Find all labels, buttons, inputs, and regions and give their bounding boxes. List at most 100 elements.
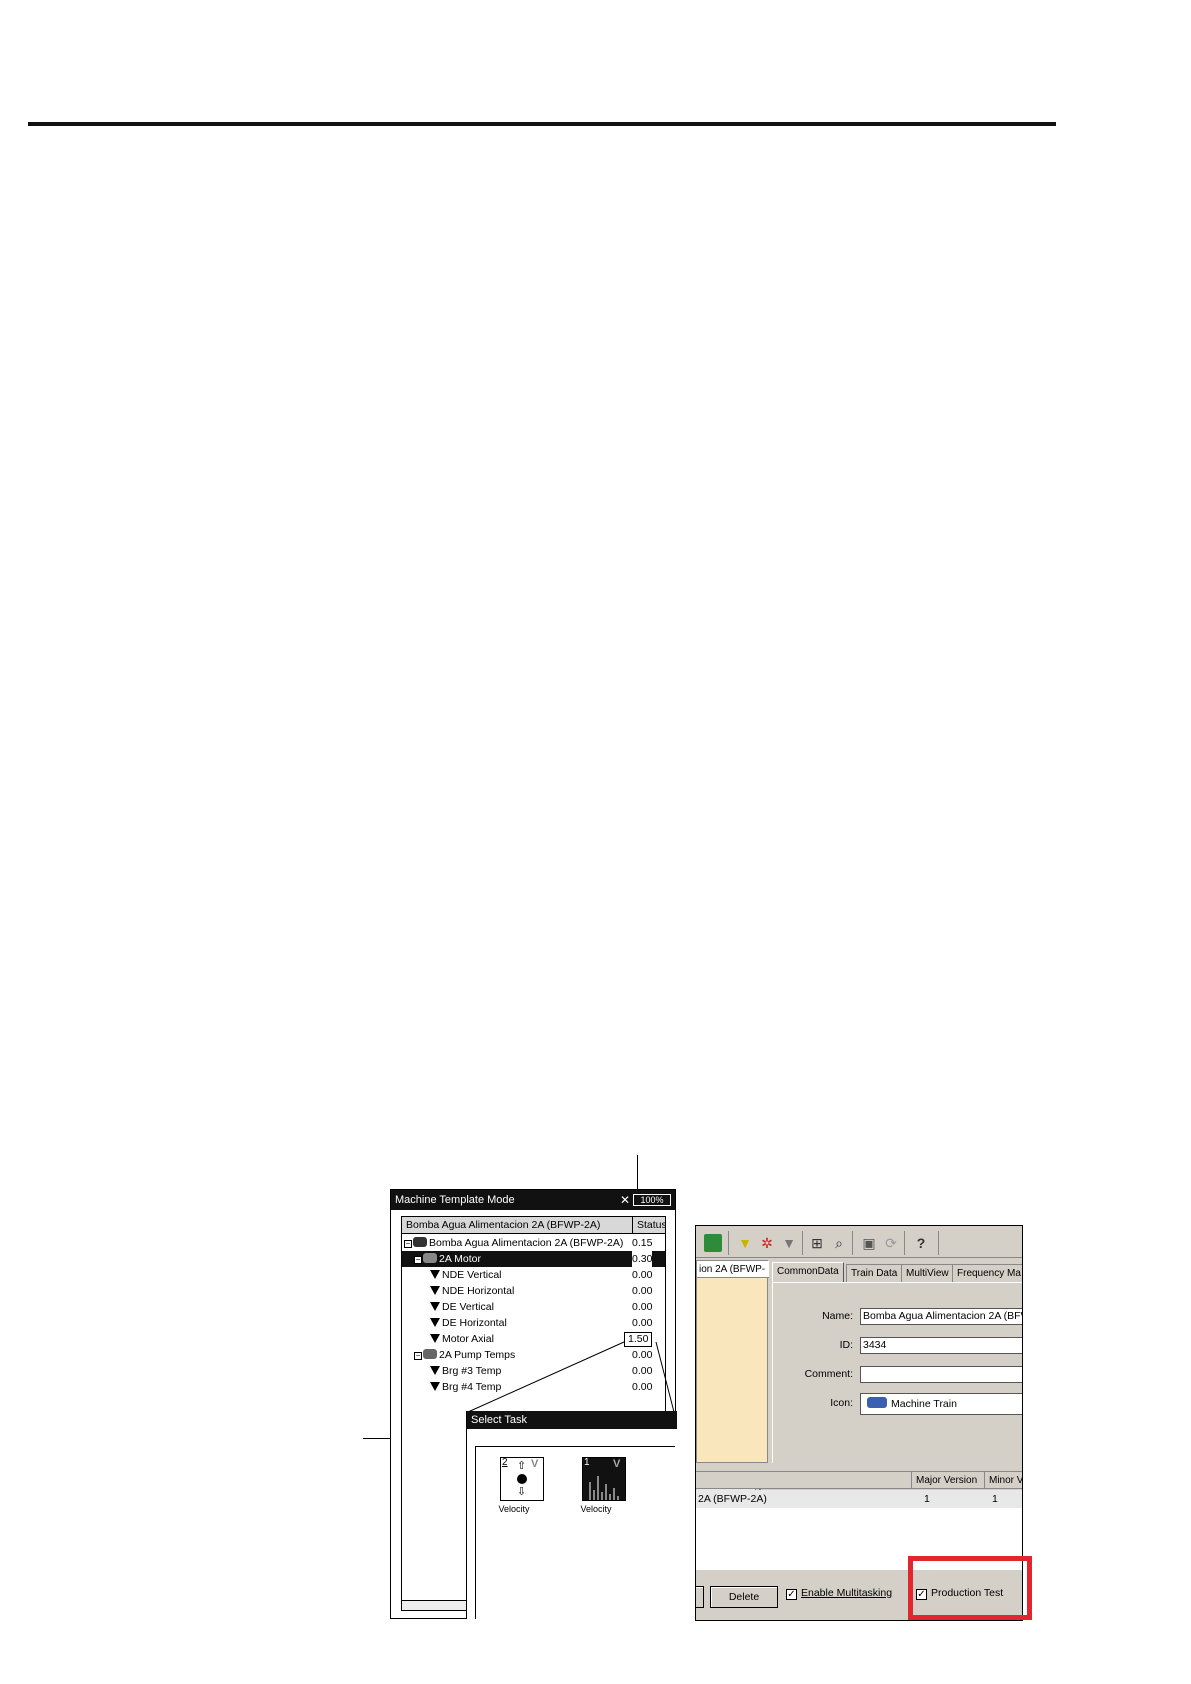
select-task-title: Select Task (467, 1411, 677, 1429)
measurement-point-icon (430, 1318, 440, 1327)
enable-multitasking-label: Enable Multitasking (801, 1587, 893, 1599)
tree-row-label: DE Horizontal (442, 1317, 507, 1329)
sync-icon[interactable]: ⟳ (882, 1234, 900, 1252)
tree-row-point[interactable]: NDE Horizontal 0.00 (402, 1283, 665, 1299)
collapse-icon[interactable]: − (414, 1256, 422, 1264)
tab-multiview[interactable]: MultiView (901, 1264, 954, 1282)
task-tile-spectrum[interactable]: 1 V (582, 1457, 626, 1501)
help-icon[interactable]: ? (912, 1234, 930, 1252)
tree-row-point[interactable]: DE Vertical 0.00 (402, 1299, 665, 1315)
measurement-point-icon (430, 1334, 440, 1343)
tree-row-label: NDE Vertical (442, 1269, 502, 1281)
device-title: Machine Template Mode (395, 1194, 515, 1206)
common-data-form: Name: Bomba Agua Alimentacion 2A (BFWP I… (772, 1282, 1022, 1463)
table-cell-major: 1 (924, 1493, 930, 1505)
icon-select-value: Machine Train (891, 1398, 957, 1410)
partial-button[interactable] (696, 1586, 704, 1608)
icon-label: Icon: (830, 1397, 853, 1409)
production-test-highlight (908, 1556, 1032, 1620)
measurement-point-icon (430, 1302, 440, 1311)
toolbar-separator (802, 1231, 803, 1255)
refresh-red-icon[interactable]: ✲ (758, 1234, 776, 1252)
tree-row-label: NDE Horizontal (442, 1285, 515, 1297)
tree-row-label: Bomba Agua Alimentacion 2A (BFWP-2A) (429, 1237, 624, 1249)
column-major-version[interactable]: Major Version (911, 1472, 977, 1489)
tab-commondata[interactable]: CommonData (772, 1262, 844, 1283)
task-number: 2 (502, 1457, 508, 1468)
comment-field[interactable] (860, 1366, 1022, 1383)
measurement-point-icon (430, 1382, 440, 1391)
version-table-header: Major Version Minor V (696, 1471, 1022, 1489)
task-number: 1 (584, 1457, 590, 1468)
measurement-point-icon (430, 1286, 440, 1295)
name-label: Name: (822, 1310, 853, 1322)
task-caption: Velocity (580, 1504, 612, 1514)
tree-row-point[interactable]: NDE Vertical 0.00 (402, 1267, 665, 1283)
delete-button[interactable]: Delete (710, 1586, 778, 1608)
toolbar: ▼ ✲ ▼ ⊞ ⌕ ▣ ⟳ ? (696, 1226, 1022, 1258)
tree-row-value: 0.00 (632, 1317, 653, 1329)
add-point-icon[interactable]: ▼ (736, 1234, 754, 1252)
enable-multitasking-checkbox[interactable]: ✓ Enable Multitasking (786, 1586, 892, 1600)
tree-row-value: 0.15 (632, 1237, 653, 1249)
velocity-v-icon: V (531, 1458, 539, 1470)
machine-icon[interactable] (704, 1234, 722, 1252)
velocity-v-icon: V (613, 1458, 621, 1470)
battery-icon: 100% (633, 1194, 671, 1206)
table-cell-minor: 1 (992, 1493, 998, 1505)
machine-train-icon (867, 1397, 887, 1408)
toolbar-separator (938, 1231, 939, 1255)
tree-row-value: 0.00 (632, 1301, 653, 1313)
motor-icon (423, 1253, 437, 1263)
toolbar-separator (852, 1231, 853, 1255)
tree-row-label: DE Vertical (442, 1301, 494, 1313)
device-status-icons: ✕ 100% (620, 1193, 671, 1207)
collapse-icon[interactable]: − (414, 1352, 422, 1360)
arrow-down-icon: ⇩ (517, 1486, 527, 1498)
search-icon[interactable]: ⌕ (830, 1234, 848, 1252)
wireless-off-icon: ✕ (619, 1193, 630, 1207)
icon-select[interactable]: Machine Train (860, 1393, 1022, 1415)
id-field[interactable]: 3434 (860, 1337, 1022, 1354)
tree-row-value: 0.00 (632, 1269, 653, 1281)
tree-row-point[interactable]: DE Horizontal 0.00 (402, 1315, 665, 1331)
save-icon[interactable]: ▣ (860, 1234, 878, 1252)
machine-train-icon (413, 1237, 427, 1247)
tab-train-data[interactable]: Train Data (846, 1264, 903, 1282)
spectrum-icon (589, 1476, 619, 1500)
left-pane-tab[interactable]: ion 2A (BFWP- (697, 1261, 769, 1278)
toolbar-separator (904, 1231, 905, 1255)
checkbox-checked-icon: ✓ (786, 1589, 797, 1600)
point-gray-icon[interactable]: ▼ (780, 1234, 798, 1252)
table-row[interactable]: 2A (BFWP-2A) 1 1 (696, 1490, 1022, 1508)
tree-row-value: 0.30 (632, 1251, 653, 1267)
toolbar-separator (728, 1231, 729, 1255)
table-cell-name: 2A (BFWP-2A) (698, 1493, 767, 1505)
tree-row-machine[interactable]: − Bomba Agua Alimentacion 2A (BFWP-2A) 0.… (402, 1235, 665, 1251)
measurement-point-icon (430, 1270, 440, 1279)
collapse-icon[interactable]: − (404, 1240, 412, 1248)
tree-row-label: 2A Motor (439, 1253, 482, 1265)
zoom-callout-lines (467, 1341, 675, 1413)
device-title-bar: Machine Template Mode ✕ 100% (391, 1190, 675, 1210)
column-minor-version[interactable]: Minor V (984, 1472, 1022, 1489)
left-pane: ion 2A (BFWP- ▶ (696, 1260, 769, 1493)
arrow-up-icon: ⇧ (517, 1460, 527, 1472)
task-tile-live[interactable]: 2 ⇧ V ⇩ (500, 1457, 544, 1501)
property-tabs: CommonData Train Data MultiView Frequenc… (772, 1262, 1022, 1283)
task-caption: Velocity (498, 1504, 530, 1514)
hierarchy-icon[interactable]: ⊞ (808, 1234, 826, 1252)
task-list: 2 ⇧ V ⇩ Velocity 1 V Velocity (475, 1446, 675, 1619)
id-label: ID: (839, 1339, 853, 1351)
select-task-dialog: Select Task 2 ⇧ V ⇩ Velocity 1 V Velocit… (466, 1411, 677, 1619)
tree-header-status: Status (632, 1217, 665, 1233)
sensor-dot-icon (517, 1474, 527, 1484)
tree-header-name: Bomba Agua Alimentacion 2A (BFWP-2A) (406, 1219, 601, 1231)
tree-row-motor[interactable]: − 2A Motor 0.30 (402, 1251, 665, 1267)
name-field[interactable]: Bomba Agua Alimentacion 2A (BFWP (860, 1308, 1022, 1325)
measurement-point-icon (430, 1366, 440, 1375)
tree-row-value: 0.00 (632, 1285, 653, 1297)
tab-frequency[interactable]: Frequency Ma (952, 1264, 1022, 1282)
pump-icon (423, 1349, 437, 1359)
header-rule (28, 122, 1056, 126)
